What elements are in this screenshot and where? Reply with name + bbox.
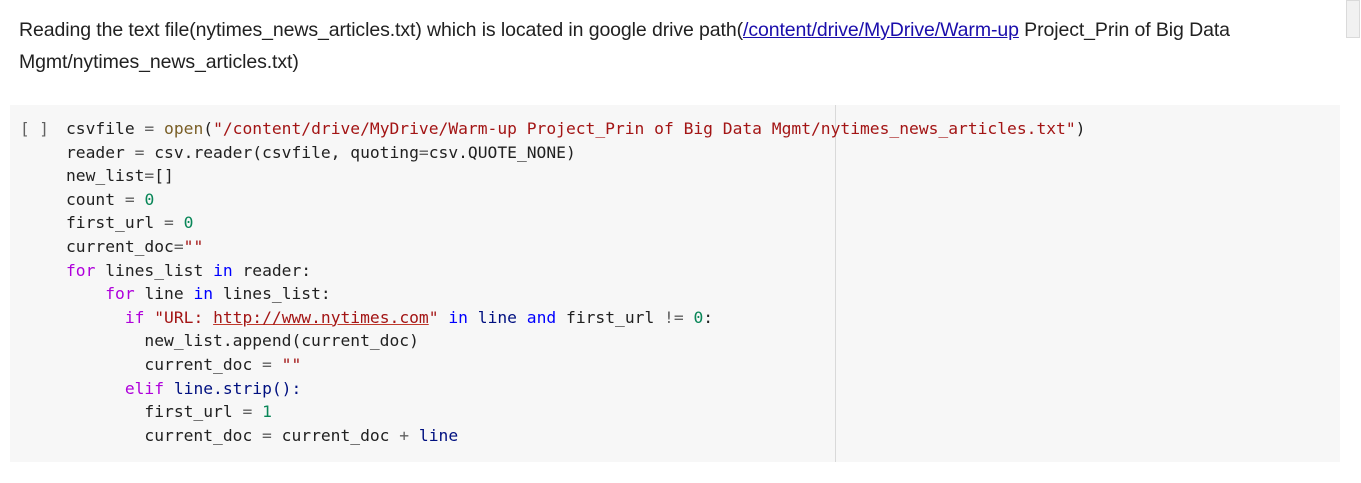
code-line-2: reader = csv.reader(csvfile, quoting=csv… bbox=[66, 142, 576, 162]
description-text-start: Reading the text file(nytimes_news_artic… bbox=[19, 19, 743, 41]
code-line-5: first_url = 0 bbox=[66, 213, 194, 233]
scrollbar-thumb[interactable] bbox=[1346, 0, 1360, 38]
code-line-8: for line in lines_list: bbox=[105, 284, 331, 304]
markdown-text-cell: Reading the text file(nytimes_news_artic… bbox=[19, 14, 1319, 78]
code-line-6: current_doc="" bbox=[66, 236, 204, 256]
nytimes-url-link[interactable]: http://www.nytimes.com bbox=[213, 308, 429, 327]
code-line-10: new_list.append(current_doc) bbox=[66, 331, 419, 351]
code-line-9: if "URL: http://www.nytimes.com" in line… bbox=[124, 307, 714, 327]
drive-path-link[interactable]: /content/drive/MyDrive/Warm-up bbox=[743, 19, 1019, 41]
code-cell[interactable]: [ ] csvfile = open("/content/drive/MyDri… bbox=[10, 105, 1340, 462]
code-line-11: current_doc = "" bbox=[66, 354, 302, 374]
code-line-7: for lines_list in reader: bbox=[66, 260, 312, 280]
code-line-3: new_list=[] bbox=[66, 166, 174, 186]
code-line-13: first_url = 1 bbox=[66, 402, 272, 422]
code-line-4: count = 0 bbox=[66, 189, 155, 209]
code-line-14: current_doc = current_doc + line bbox=[66, 425, 459, 445]
code-line-12: elif line.strip(): bbox=[124, 378, 302, 398]
cell-run-indicator[interactable]: [ ] bbox=[20, 119, 49, 138]
code-line-1: csvfile = open("/content/drive/MyDrive/W… bbox=[66, 119, 1086, 138]
code-editor[interactable]: csvfile = open("/content/drive/MyDrive/W… bbox=[66, 117, 1085, 447]
